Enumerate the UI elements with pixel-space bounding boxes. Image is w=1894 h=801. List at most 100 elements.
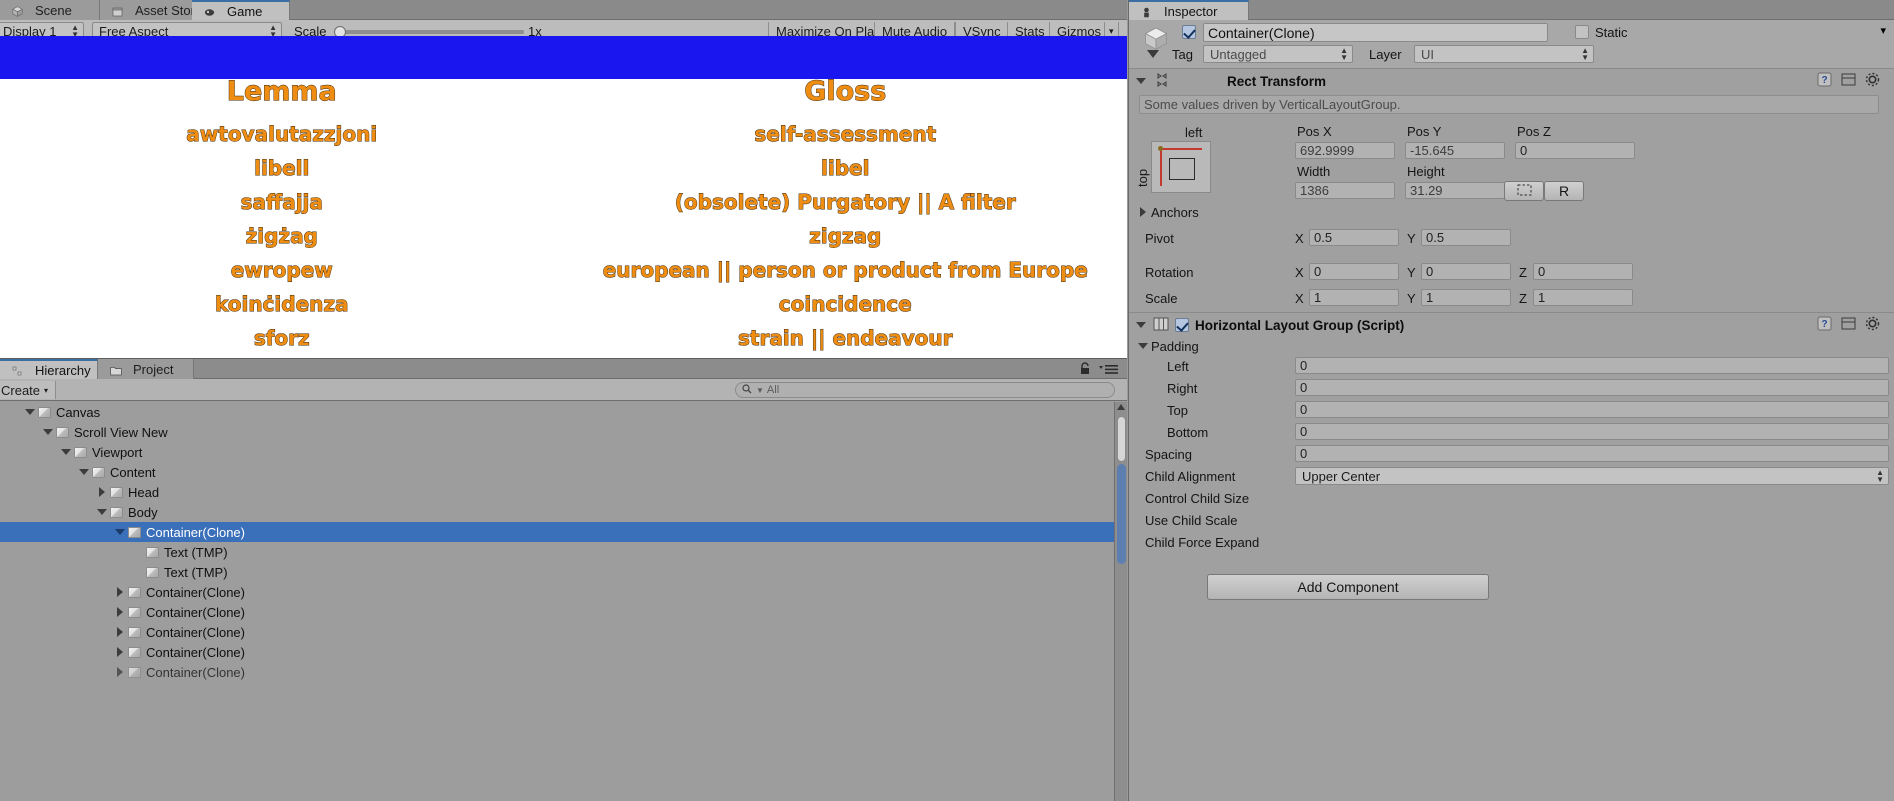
chevron-updown-icon: ▲ ▼ (1581, 46, 1589, 62)
chevron-right-icon[interactable] (114, 606, 126, 618)
chevron-right-icon[interactable] (114, 646, 126, 658)
child-alignment-dropdown[interactable]: Upper Center ▲ ▼ (1295, 467, 1889, 485)
padding-top-input[interactable]: 0 (1295, 401, 1889, 418)
game-row[interactable]: awtovalutazzjoni self-assessment (0, 117, 1127, 151)
help-icon[interactable]: ? (1817, 316, 1832, 334)
rotation-x-input[interactable]: 0 (1309, 263, 1399, 280)
search-input[interactable]: ▼ All (735, 382, 1115, 398)
chevron-right-icon[interactable] (96, 486, 108, 498)
add-component-button[interactable]: Add Component (1207, 574, 1489, 600)
pos-z-input[interactable]: 0 (1515, 142, 1635, 159)
game-row[interactable]: ewropew european || person or product fr… (0, 253, 1127, 287)
rotation-y-input[interactable]: 0 (1421, 263, 1511, 280)
scale-y-input[interactable]: 1 (1421, 289, 1511, 306)
hierarchy-item-text-tmp[interactable]: Text (TMP) (0, 542, 1127, 562)
hierarchy-item-container-clone[interactable]: Container(Clone) (0, 662, 1127, 682)
chevron-down-icon[interactable] (96, 506, 108, 518)
chevron-down-icon[interactable] (42, 426, 54, 438)
gameobject-enabled-checkbox[interactable] (1182, 25, 1196, 39)
game-row[interactable]: żigżag zigzag (0, 219, 1127, 253)
static-dropdown-caret[interactable]: ▾ (1880, 24, 1886, 37)
padding-right-input[interactable]: 0 (1295, 379, 1889, 396)
preset-icon[interactable] (1841, 316, 1856, 334)
chevron-down-icon[interactable] (1135, 75, 1147, 87)
hierarchy-item-container-clone[interactable]: Container(Clone) (0, 622, 1127, 642)
object-name-input[interactable]: Container(Clone) (1203, 23, 1548, 42)
chevron-down-icon[interactable] (78, 466, 90, 478)
hierarchy-item-container-clone[interactable]: Container(Clone) (0, 582, 1127, 602)
chevron-right-icon[interactable] (114, 626, 126, 638)
hierarchy-item-text-tmp[interactable]: Text (TMP) (0, 562, 1127, 582)
hierarchy-item-canvas[interactable]: Canvas (0, 402, 1127, 422)
scale-x-input[interactable]: 1 (1309, 289, 1399, 306)
preset-icon[interactable] (1841, 72, 1856, 90)
padding-bottom-input[interactable]: 0 (1295, 423, 1889, 440)
chevron-down-icon[interactable] (114, 526, 126, 538)
anchors-foldout[interactable]: Anchors (1129, 201, 1199, 223)
chevron-down-icon[interactable] (1137, 340, 1149, 352)
pivot-x-input[interactable]: 0.5 (1309, 229, 1399, 246)
scale-slider[interactable] (334, 26, 524, 38)
hierarchy-item-container-clone[interactable]: Container(Clone) (0, 602, 1127, 622)
create-button[interactable]: Create ▾ (0, 381, 57, 399)
layout-group-header[interactable]: Horizontal Layout Group (Script) ? (1129, 313, 1894, 337)
blueprint-mode-button[interactable] (1504, 181, 1544, 201)
hierarchy-tree[interactable]: Canvas Scroll View New Viewport Content (0, 402, 1127, 801)
tag-dropdown[interactable]: Untagged ▲ ▼ (1203, 45, 1353, 63)
store-icon (112, 5, 126, 16)
pivot-y-input[interactable]: 0.5 (1421, 229, 1511, 246)
chevron-right-icon[interactable] (114, 666, 126, 678)
pos-x-input[interactable]: 692.9999 (1295, 142, 1395, 159)
search-placeholder-text: All (766, 384, 780, 396)
scrollbar-up-arrow[interactable] (1117, 404, 1125, 410)
game-row[interactable]: libell libel (0, 151, 1127, 185)
gameobject-icon-dropdown[interactable] (1147, 50, 1159, 58)
game-view[interactable]: Lemma Gloss awtovalutazzjoni self-assess… (0, 36, 1127, 358)
hierarchy-item-head[interactable]: Head (0, 482, 1127, 502)
height-input[interactable]: 31.29 (1405, 182, 1505, 199)
layout-group-enabled-checkbox[interactable] (1175, 318, 1189, 332)
hierarchy-item-container-clone-selected[interactable]: Container(Clone) (0, 522, 1127, 542)
scrollbar-thumb[interactable] (1117, 416, 1126, 462)
gear-icon[interactable] (1865, 72, 1880, 90)
static-checkbox[interactable] (1575, 25, 1589, 39)
help-icon[interactable]: ? (1817, 72, 1832, 90)
tab-game[interactable]: Game (192, 0, 290, 20)
rect-transform-header[interactable]: Rect Transform ? (1129, 69, 1894, 93)
lock-icon[interactable] (1079, 362, 1091, 379)
padding-label: Padding (1151, 338, 1199, 354)
game-row[interactable]: koinċidenza coincidence (0, 287, 1127, 321)
spacing-input[interactable]: 0 (1295, 445, 1889, 462)
hierarchy-item-content[interactable]: Content (0, 462, 1127, 482)
hierarchy-item-scroll-view-new[interactable]: Scroll View New (0, 422, 1127, 442)
tab-inspector[interactable]: Inspector (1129, 0, 1249, 20)
scale-z-value: 1 (1538, 290, 1546, 305)
hierarchy-item-container-clone[interactable]: Container(Clone) (0, 642, 1127, 662)
chevron-down-icon[interactable] (60, 446, 72, 458)
width-input[interactable]: 1386 (1295, 182, 1395, 199)
gear-icon[interactable] (1865, 316, 1880, 334)
chevron-down-icon[interactable] (24, 406, 36, 418)
padding-left-input[interactable]: 0 (1295, 357, 1889, 374)
scale-x-value: 1 (1314, 290, 1322, 305)
tab-hierarchy[interactable]: Hierarchy (0, 359, 98, 379)
scale-z-input[interactable]: 1 (1533, 289, 1633, 306)
raw-edit-button[interactable]: R (1544, 181, 1584, 201)
hierarchy-item-viewport[interactable]: Viewport (0, 442, 1127, 462)
tab-scene[interactable]: Scene (0, 0, 100, 20)
chevron-down-icon[interactable] (1135, 319, 1147, 331)
game-row[interactable]: sforz strain || endeavour (0, 321, 1127, 355)
pos-y-input[interactable]: -15.645 (1405, 142, 1505, 159)
layer-dropdown[interactable]: UI ▲ ▼ (1414, 45, 1594, 63)
hierarchy-item-body[interactable]: Body (0, 502, 1127, 522)
anchor-preset-widget[interactable] (1151, 141, 1211, 193)
game-row[interactable]: saffajja (obsolete) Purgatory || A filte… (0, 185, 1127, 219)
hierarchy-scrollbar[interactable] (1114, 402, 1127, 801)
tab-project[interactable]: Project (98, 359, 194, 379)
hamburger-menu-icon[interactable] (1099, 364, 1119, 378)
padding-foldout[interactable]: Padding (1129, 335, 1199, 357)
rotation-z-input[interactable]: 0 (1533, 263, 1633, 280)
chevron-right-icon[interactable] (114, 586, 126, 598)
chevron-right-icon[interactable] (1137, 206, 1149, 218)
scrollbar-thumb-active[interactable] (1117, 464, 1126, 564)
